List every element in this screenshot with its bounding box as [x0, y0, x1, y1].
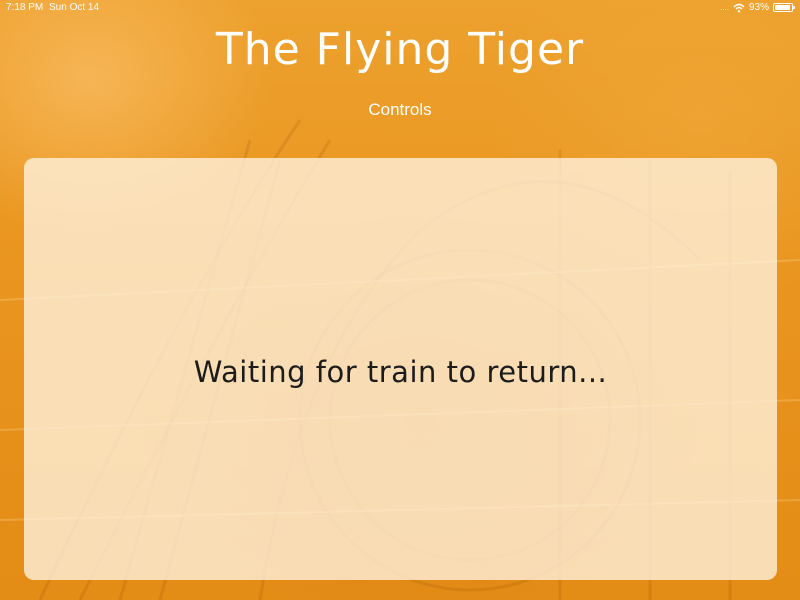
status-indicators: .... 93%: [720, 2, 795, 13]
status-date: Sun Oct 14: [49, 2, 100, 13]
signal-icon: ....: [720, 2, 729, 12]
wifi-icon: [733, 3, 745, 12]
battery-percent: 93%: [748, 2, 769, 13]
status-time: 7:18 PM: [6, 2, 44, 13]
page-title: The Flying Tiger: [215, 24, 585, 75]
waiting-message: Waiting for train to return...: [193, 355, 608, 389]
page-subtitle: Controls: [368, 100, 432, 119]
status-bar: 7:18 PM Sun Oct 14 .... 93%: [0, 0, 800, 16]
controls-panel: Waiting for train to return...: [24, 158, 777, 580]
battery-icon: [773, 3, 795, 12]
battery-fill: [775, 5, 790, 10]
